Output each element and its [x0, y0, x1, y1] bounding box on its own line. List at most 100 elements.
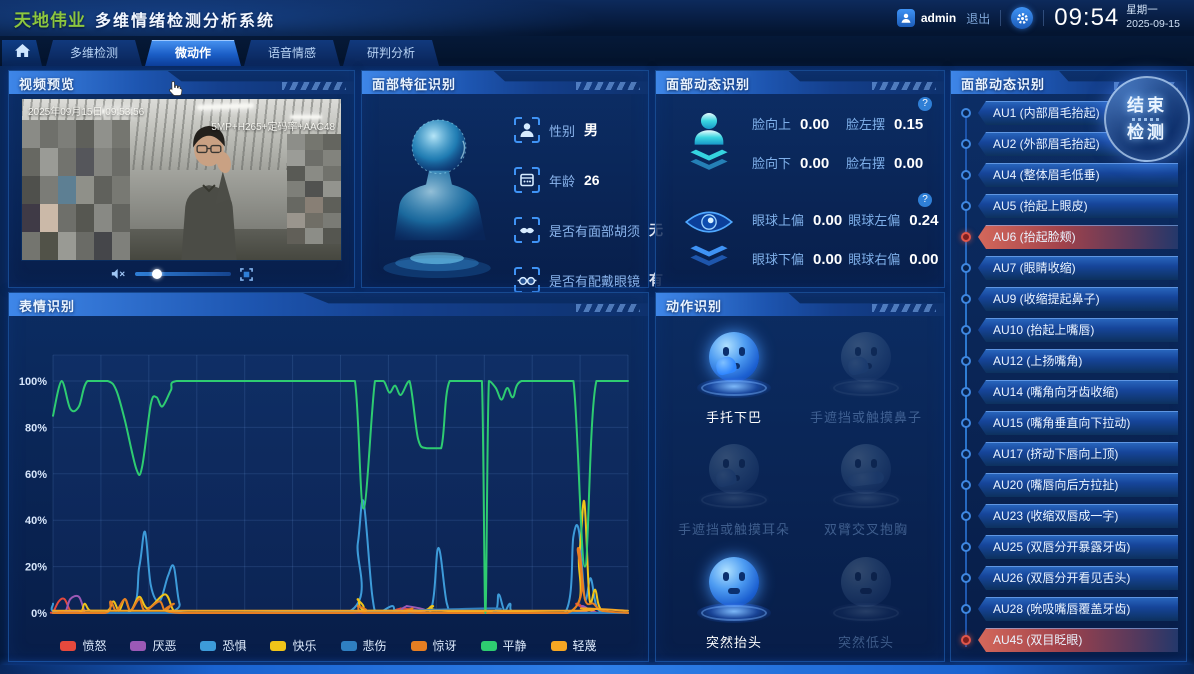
legend-item[interactable]: 厌恶 [130, 637, 176, 654]
legend-item[interactable]: 恐惧 [200, 637, 246, 654]
legend-item[interactable]: 悲伤 [341, 637, 387, 654]
action-item: 手托下巴 [668, 321, 800, 430]
feature-row: 是否有面部胡须无 [514, 217, 642, 243]
legend-item[interactable]: 惊讶 [411, 637, 457, 654]
legend-item[interactable]: 平静 [481, 637, 527, 654]
glasses-icon [514, 267, 540, 293]
nav-tab[interactable]: 多维检测 [46, 40, 142, 66]
nav-tab[interactable]: 语音情感 [244, 40, 340, 66]
feature-label: 年龄 [549, 171, 575, 190]
action-label: 双臂交叉抱胸 [824, 519, 908, 538]
user-chip[interactable]: admin [897, 9, 956, 27]
au-label: AU7 (眼睛收缩) [978, 256, 1178, 280]
home-button[interactable] [2, 40, 42, 66]
end-detection-button[interactable]: 结束 检测 [1104, 76, 1190, 162]
metric: 眼球上偏0.00 [752, 210, 842, 229]
au-item[interactable]: AU15 (嘴角垂直向下拉动) [978, 411, 1178, 435]
volume-slider[interactable] [135, 272, 231, 276]
panel-title: 面部特征识别 [372, 74, 456, 93]
au-item[interactable]: AU23 (收缩双唇成一字) [978, 504, 1178, 528]
fullscreen-icon[interactable] [240, 268, 253, 281]
feature-row: 是否有配戴眼镜有 [514, 267, 642, 293]
pedestal-glow [829, 603, 903, 623]
clock-date: 2025-09-15 [1126, 18, 1180, 32]
au-label: AU9 (收缩提起鼻子) [978, 287, 1178, 311]
mosaic-blur-right [287, 134, 341, 243]
panel-title: 动作识别 [666, 296, 722, 315]
muted-speaker-icon[interactable] [111, 268, 126, 280]
au-status-dot [961, 604, 971, 614]
metric: 脸向上 0.00 [752, 114, 840, 133]
eye-metrics: 眼球上偏0.00眼球左偏0.24眼球下偏0.00眼球右偏0.00 [752, 210, 938, 268]
legend-swatch [411, 641, 427, 651]
au-item[interactable]: AU17 (挤动下唇向上顶) [978, 442, 1178, 466]
au-item[interactable]: AU7 (眼睛收缩) [978, 256, 1178, 280]
nav-tab[interactable]: 微动作 [145, 40, 241, 66]
head-pose-group: 脸向上0.00脸左摆0.15脸向下0.00脸右摆0.00 [666, 97, 934, 189]
au-label: AU25 (双唇分开暴露牙齿) [978, 535, 1178, 559]
top-header: 天地伟业 多维情绪检测分析系统 admin 退出 09:54 星期一 2025-… [0, 0, 1194, 36]
clock-weekday: 星期一 [1126, 4, 1180, 18]
logout-button[interactable]: 退出 [966, 10, 990, 27]
metric: 脸左摆0.15 [846, 114, 934, 133]
action-label: 突然抬头 [706, 632, 762, 651]
nav-tab[interactable]: 研判分析 [343, 40, 439, 66]
au-item[interactable]: AU28 (吮吸嘴唇覆盖牙齿) [978, 597, 1178, 621]
nav-tabs: 多维检测微动作语音情感研判分析 [46, 40, 439, 66]
metric-value: 0.15 [894, 116, 923, 133]
metric: 眼球左偏0.24 [848, 210, 938, 229]
mosaic-blur-left [22, 120, 130, 260]
au-list: AU1 (内部眉毛抬起)AU2 (外部眉毛抬起)AU4 (整体眉毛低垂)AU5 … [961, 101, 1178, 657]
legend-swatch [341, 641, 357, 651]
action-item: 突然低头 [800, 546, 932, 655]
legend-swatch [200, 641, 216, 651]
au-item[interactable]: AU20 (嘴唇向后方拉扯) [978, 473, 1178, 497]
username: admin [921, 11, 956, 25]
svg-text:60%: 60% [25, 469, 47, 481]
pedestal-glow [697, 603, 771, 623]
au-status-dot [961, 542, 971, 552]
legend-swatch [270, 641, 286, 651]
volume-knob[interactable] [152, 269, 162, 279]
help-icon[interactable] [918, 97, 932, 111]
au-item[interactable]: AU5 (抬起上眼皮) [978, 194, 1178, 218]
help-icon[interactable] [918, 193, 932, 207]
svg-text:100%: 100% [19, 376, 47, 388]
svg-text:80%: 80% [25, 422, 47, 434]
au-label: AU17 (挤动下唇向上顶) [978, 442, 1178, 466]
app-title: 多维情绪检测分析系统 [95, 7, 275, 31]
au-item[interactable]: AU14 (嘴角向牙齿收缩) [978, 380, 1178, 404]
feature-row: 年龄26 [514, 167, 642, 193]
legend-item[interactable]: 愤怒 [60, 637, 106, 654]
au-status-dot [961, 418, 971, 428]
actions-grid: 手托下巴手遮挡或触摸鼻子手遮挡或触摸耳朵双臂交叉抱胸突然抬头突然低头 [668, 321, 932, 655]
au-status-dot [961, 294, 971, 304]
au-status-dot [961, 139, 971, 149]
feature-value: 男 [584, 120, 598, 140]
gear-icon[interactable] [1011, 7, 1033, 29]
gender-icon [514, 117, 540, 143]
au-label: AU4 (整体眉毛低垂) [978, 163, 1178, 187]
panel-title: 面部动态识别 [666, 74, 750, 93]
legend-swatch [481, 641, 497, 651]
legend-item[interactable]: 快乐 [270, 637, 316, 654]
au-item[interactable]: AU12 (上扬嘴角) [978, 349, 1178, 373]
au-item[interactable]: AU4 (整体眉毛低垂) [978, 163, 1178, 187]
face-dynamics-panel: 面部动态识别 脸向上0.00脸左摆0.15脸向下0.00脸右摆0.00 [655, 70, 945, 288]
video-controls [9, 264, 354, 284]
metric-label: 脸向上 [752, 114, 791, 133]
legend-item[interactable]: 轻蔑 [551, 637, 597, 654]
au-item[interactable]: AU10 (抬起上嘴唇) [978, 318, 1178, 342]
feature-rows: 性别男年龄26是否有面部胡须无是否有配戴眼镜有 [514, 117, 642, 317]
age-icon [514, 167, 540, 193]
action-recognition-panel: 动作识别 手托下巴手遮挡或触摸鼻子手遮挡或触摸耳朵双臂交叉抱胸突然抬头突然低头 [655, 292, 945, 662]
face-avatar-3d [366, 99, 508, 283]
au-item[interactable]: AU6 (抬起脸颊) [978, 225, 1178, 249]
au-item[interactable]: AU25 (双唇分开暴露牙齿) [978, 535, 1178, 559]
divider [1000, 10, 1001, 26]
au-item[interactable]: AU26 (双唇分开看见舌头) [978, 566, 1178, 590]
au-item[interactable]: AU9 (收缩提起鼻子) [978, 287, 1178, 311]
au-item[interactable]: AU45 (双目眨眼) [978, 628, 1178, 652]
face-metrics: 脸向上0.00脸左摆0.15脸向下0.00脸右摆0.00 [752, 114, 934, 172]
metric-value: 0.00 [800, 116, 829, 133]
